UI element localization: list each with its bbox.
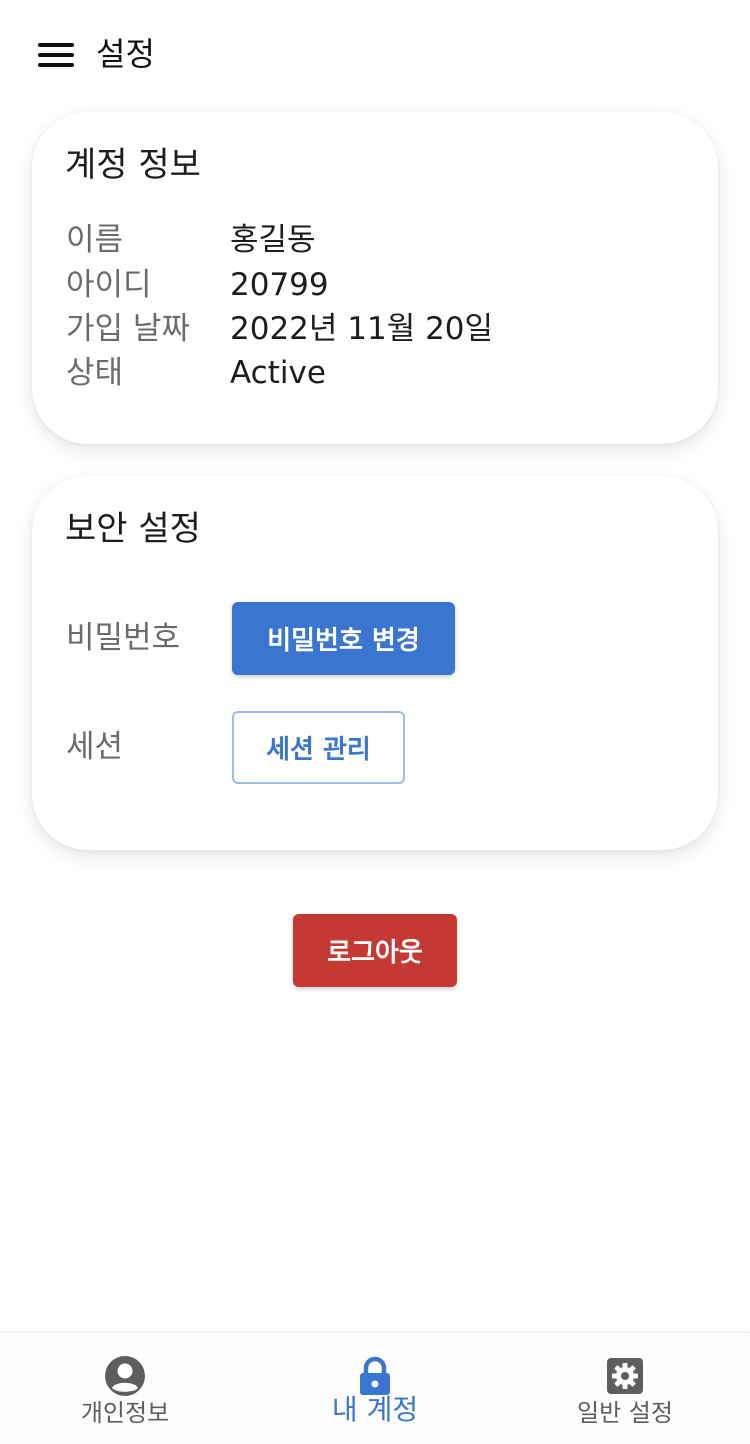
app-bar: 설정 — [0, 0, 750, 110]
page-title: 설정 — [96, 35, 155, 73]
security-settings-card: 보안 설정 비밀번호 비밀번호 변경 세션 세션 관리 — [32, 476, 718, 850]
hamburger-menu-icon[interactable] — [38, 43, 74, 67]
info-value: 홍길동 — [230, 222, 316, 258]
nav-label: 내 계정 — [331, 1393, 419, 1426]
status-value: Active — [230, 355, 326, 391]
lock-icon — [360, 1356, 390, 1395]
logout-button[interactable]: 로그아웃 — [293, 914, 457, 987]
nav-item-my-account[interactable]: 내 계정 — [250, 1333, 500, 1444]
gear-icon — [607, 1358, 643, 1394]
info-row-join-date: 가입 날짜 2022년 11월 20일 — [66, 307, 686, 351]
info-label: 상태 — [66, 355, 124, 391]
manage-sessions-button[interactable]: 세션 관리 — [232, 711, 405, 784]
info-row-status: 상태 Active — [66, 351, 686, 395]
session-row: 세션 세션 관리 — [66, 711, 686, 785]
change-password-button[interactable]: 비밀번호 변경 — [232, 602, 455, 675]
nav-item-personal-info[interactable]: 개인정보 — [0, 1333, 250, 1444]
account-info-card: 계정 정보 이름 홍길동 아이디 20799 가입 날짜 2022년 11월 2… — [32, 112, 718, 444]
password-row: 비밀번호 비밀번호 변경 — [66, 602, 686, 676]
session-label: 세션 — [66, 729, 124, 765]
nav-label: 일반 설정 — [577, 1399, 673, 1427]
info-value: 20799 — [230, 267, 329, 303]
nav-label: 개인정보 — [80, 1399, 170, 1427]
info-label: 가입 날짜 — [66, 311, 190, 347]
info-label: 아이디 — [66, 267, 152, 303]
account-circle-icon — [105, 1356, 145, 1396]
account-info-title: 계정 정보 — [65, 145, 201, 185]
info-label: 이름 — [66, 222, 124, 258]
security-settings-title: 보안 설정 — [65, 509, 201, 549]
info-value: 2022년 11월 20일 — [230, 311, 494, 347]
info-row-name: 이름 홍길동 — [66, 218, 686, 262]
bottom-navigation: 개인정보 내 계정 일반 설정 — [0, 1332, 750, 1444]
password-label: 비밀번호 — [66, 620, 181, 656]
nav-item-general-settings[interactable]: 일반 설정 — [500, 1333, 750, 1444]
info-row-id: 아이디 20799 — [66, 263, 686, 307]
